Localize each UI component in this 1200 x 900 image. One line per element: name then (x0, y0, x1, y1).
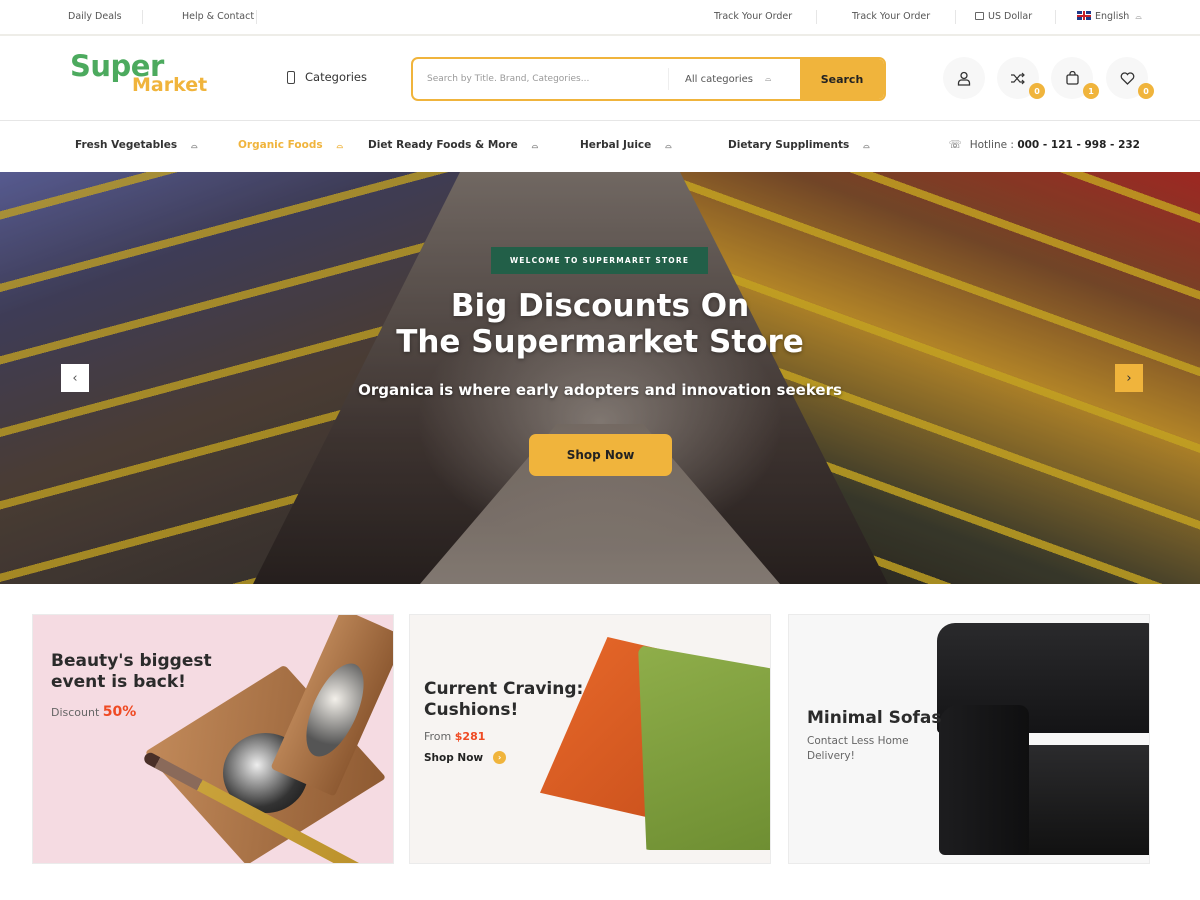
category-select-value: All categories (685, 73, 753, 85)
language-label: English (1095, 11, 1130, 22)
nav-item-label: Organic Foods (238, 139, 323, 151)
banner-description-line: Delivery! (807, 750, 855, 762)
categories-label: Categories (305, 70, 367, 84)
track-order-link[interactable]: Track Your Order (852, 11, 930, 22)
daily-deals-link[interactable]: Daily Deals (68, 11, 122, 22)
price-label: From (424, 730, 452, 743)
hotline-label: Hotline : (969, 139, 1014, 151)
language-selector[interactable]: English ⌓ (1077, 11, 1142, 22)
search-button[interactable]: Search (800, 59, 884, 99)
discount-value: 50% (102, 704, 137, 720)
hotline-number[interactable]: 000 - 121 - 998 - 232 (1017, 139, 1140, 151)
chevron-down-icon: ⌓ (1135, 12, 1142, 21)
slider-prev-button[interactable]: ‹ (61, 364, 89, 392)
banner-title: Minimal Sofas (807, 708, 942, 728)
compare-button[interactable]: 0 (997, 57, 1045, 99)
promo-banner-sofas[interactable]: Minimal Sofas Contact Less Home Delivery… (788, 614, 1150, 864)
hero-badge: WELCOME TO SUPERMARET STORE (491, 247, 708, 274)
sofa-image (939, 705, 1029, 855)
nav-item-diet-ready-foods[interactable]: Diet Ready Foods & More ⌓ (368, 139, 538, 151)
hero-title-line: The Supermarket Store (396, 324, 804, 360)
banner-title-line: Current Craving: (424, 679, 584, 699)
banner-title-line: Cushions! (424, 700, 519, 720)
currency-selector[interactable]: US Dollar (975, 11, 1032, 22)
nav-item-label: Herbal Juice (580, 139, 652, 151)
banner-title: Current Craving: Cushions! (424, 679, 583, 721)
category-select[interactable]: All categories ⌓ (669, 59, 800, 99)
chevron-down-icon: ⌓ (863, 141, 870, 150)
track-order-link[interactable]: Track Your Order (714, 11, 792, 22)
shop-now-label: Shop Now (424, 751, 484, 764)
chevron-right-icon: › (1126, 370, 1132, 386)
header: Super Market Categories All categories ⌓… (0, 36, 1200, 121)
banner-title-line: Beauty's biggest (51, 651, 212, 671)
shop-now-button[interactable]: Shop Now (529, 434, 672, 476)
banner-shop-now-link[interactable]: Shop Now › (424, 751, 507, 764)
help-contact-link[interactable]: Help & Contact (182, 11, 254, 22)
banner-description-line: Contact Less Home (807, 735, 909, 747)
chevron-down-icon: ⌓ (191, 141, 198, 150)
chevron-down-icon: ⌓ (765, 74, 772, 83)
divider (1055, 10, 1056, 24)
hero-title: Big Discounts On The Supermarket Store (0, 288, 1200, 360)
divider (955, 10, 956, 24)
green-cushion-image (638, 645, 770, 850)
phone-icon (287, 70, 295, 84)
nav-item-herbal-juice[interactable]: Herbal Juice ⌓ (580, 139, 672, 151)
banner-price: From $281 (424, 729, 485, 744)
phone-icon: ☏ (948, 139, 962, 151)
currency-label: US Dollar (988, 11, 1033, 22)
banner-description: Contact Less Home Delivery! (807, 734, 909, 764)
wallet-icon (975, 12, 984, 20)
banner-discount: Discount 50% (51, 705, 136, 720)
chevron-down-icon: ⌓ (665, 141, 672, 150)
logo-market: Market (132, 74, 208, 96)
nav-item-dietary-suppliments[interactable]: Dietary Suppliments ⌓ (728, 139, 870, 151)
banner-title: Beauty's biggest event is back! (51, 651, 212, 693)
wishlist-button[interactable]: 0 (1106, 57, 1154, 99)
search-input[interactable] (413, 59, 668, 99)
chevron-down-icon: ⌓ (531, 141, 539, 150)
account-button[interactable] (943, 57, 985, 99)
hero-subtitle: Organica is where early adopters and inn… (358, 381, 842, 399)
banner-title-line: event is back! (51, 672, 186, 692)
nav-item-label: Fresh Vegetables (75, 139, 178, 151)
nav-item-organic-foods[interactable]: Organic Foods ⌓ (238, 139, 343, 151)
cart-count-badge: 1 (1083, 83, 1099, 99)
heart-icon (1120, 71, 1134, 85)
categories-button[interactable]: Categories (287, 70, 367, 84)
top-bar: Daily Deals Help & Contact Track Your Or… (0, 0, 1200, 36)
nav-item-label: Dietary Suppliments (728, 139, 850, 151)
promo-banner-beauty[interactable]: Beauty's biggest event is back! Discount… (32, 614, 394, 864)
chevron-down-icon: ⌓ (336, 141, 343, 150)
hero-slider: WELCOME TO SUPERMARET STORE Big Discount… (0, 172, 1200, 584)
user-icon (957, 71, 971, 86)
uk-flag-icon (1077, 11, 1091, 20)
main-nav: Fresh Vegetables ⌓ Organic Foods ⌓ Diet Re… (0, 121, 1200, 172)
discount-label: Discount (51, 706, 100, 719)
wishlist-count-badge: 0 (1138, 83, 1154, 99)
shopping-bag-icon (1065, 71, 1079, 85)
shuffle-icon (1011, 72, 1025, 84)
hotline: ☏ Hotline : 000 - 121 - 998 - 232 (949, 139, 1140, 151)
chevron-left-icon: ‹ (72, 370, 78, 386)
nav-item-fresh-vegetables[interactable]: Fresh Vegetables ⌓ (75, 139, 197, 151)
search-bar: All categories ⌓ Search (411, 57, 886, 101)
promo-banner-cushions[interactable]: Current Craving: Cushions! From $281 Sho… (409, 614, 771, 864)
divider (256, 10, 257, 24)
divider (142, 10, 143, 24)
price-value: $281 (454, 730, 486, 743)
hero-title-line: Big Discounts On (450, 288, 750, 324)
nav-item-label: Diet Ready Foods & More (368, 139, 518, 151)
cart-button[interactable]: 1 (1051, 57, 1099, 99)
slider-next-button[interactable]: › (1115, 364, 1143, 392)
hero-overlay (0, 172, 1200, 584)
logo[interactable]: Super Market (70, 52, 207, 95)
chevron-right-icon: › (493, 751, 507, 764)
divider (816, 10, 817, 24)
compare-count-badge: 0 (1029, 83, 1045, 99)
